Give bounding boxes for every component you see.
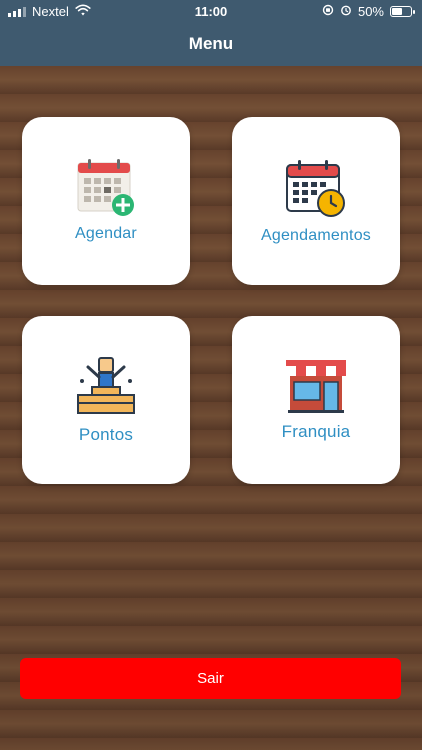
orientation-lock-icon [322, 4, 334, 19]
podium-winner-icon [74, 355, 138, 417]
tile-agendamentos[interactable]: Agendamentos [232, 117, 400, 285]
page-title: Menu [188, 34, 234, 53]
tile-agendamentos-label: Agendamentos [260, 227, 372, 244]
battery-icon [390, 6, 415, 17]
alarm-icon [340, 4, 352, 19]
tile-agendar[interactable]: Agendar [22, 117, 190, 285]
tile-pontos[interactable]: Pontos [22, 316, 190, 484]
tile-agendar-label: Agendar [75, 225, 137, 242]
status-bar: Nextel 11:00 50% [0, 0, 422, 22]
battery-percent: 50% [357, 4, 384, 19]
calendar-clock-icon [285, 157, 347, 219]
calendar-add-icon [76, 159, 136, 217]
sair-button[interactable]: Sair [20, 658, 401, 699]
tile-franquia-label: Franquia [281, 422, 351, 441]
top-bar: Nextel 11:00 50% Menu [0, 0, 422, 66]
tile-franquia[interactable]: Franquia [232, 316, 400, 484]
tile-pontos-label: Pontos [78, 425, 134, 444]
storefront-icon [284, 358, 348, 414]
status-right: 50% [322, 4, 415, 19]
